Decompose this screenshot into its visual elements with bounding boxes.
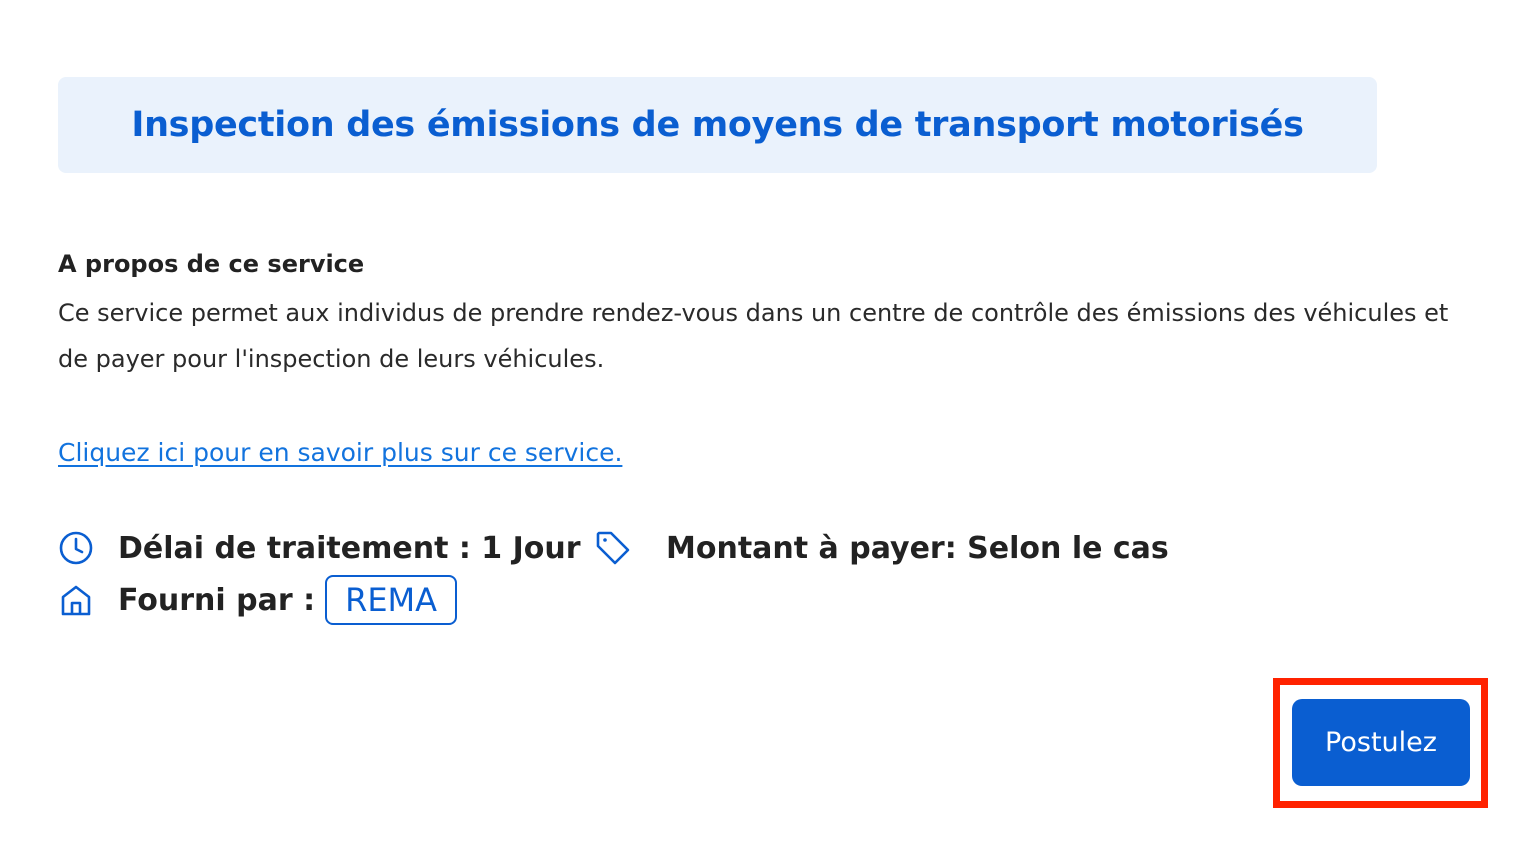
about-description: Ce service permet aux individus de prend… [58,299,1449,373]
provider-badge[interactable]: REMA [325,575,458,625]
page-title: Inspection des émissions de moyens de tr… [131,105,1304,145]
learn-more-link[interactable]: Cliquez ici pour en savoir plus sur ce s… [58,438,622,467]
provided-by-row: Fourni par : REMA [57,575,458,625]
about-heading: A propos de ce service [58,250,365,278]
amount-row: Montant à payer: Selon le cas [594,529,1169,567]
clock-icon [57,529,95,567]
home-icon [57,581,95,619]
processing-time-row: Délai de traitement : 1 Jour [57,529,581,567]
provided-by-label: Fourni par : [118,582,316,618]
apply-button[interactable]: Postulez [1292,699,1470,786]
amount-label: Montant à payer: Selon le cas [666,530,1169,566]
processing-time-label: Délai de traitement : 1 Jour [118,530,581,566]
tag-icon [594,529,632,567]
title-banner: Inspection des émissions de moyens de tr… [58,77,1377,173]
